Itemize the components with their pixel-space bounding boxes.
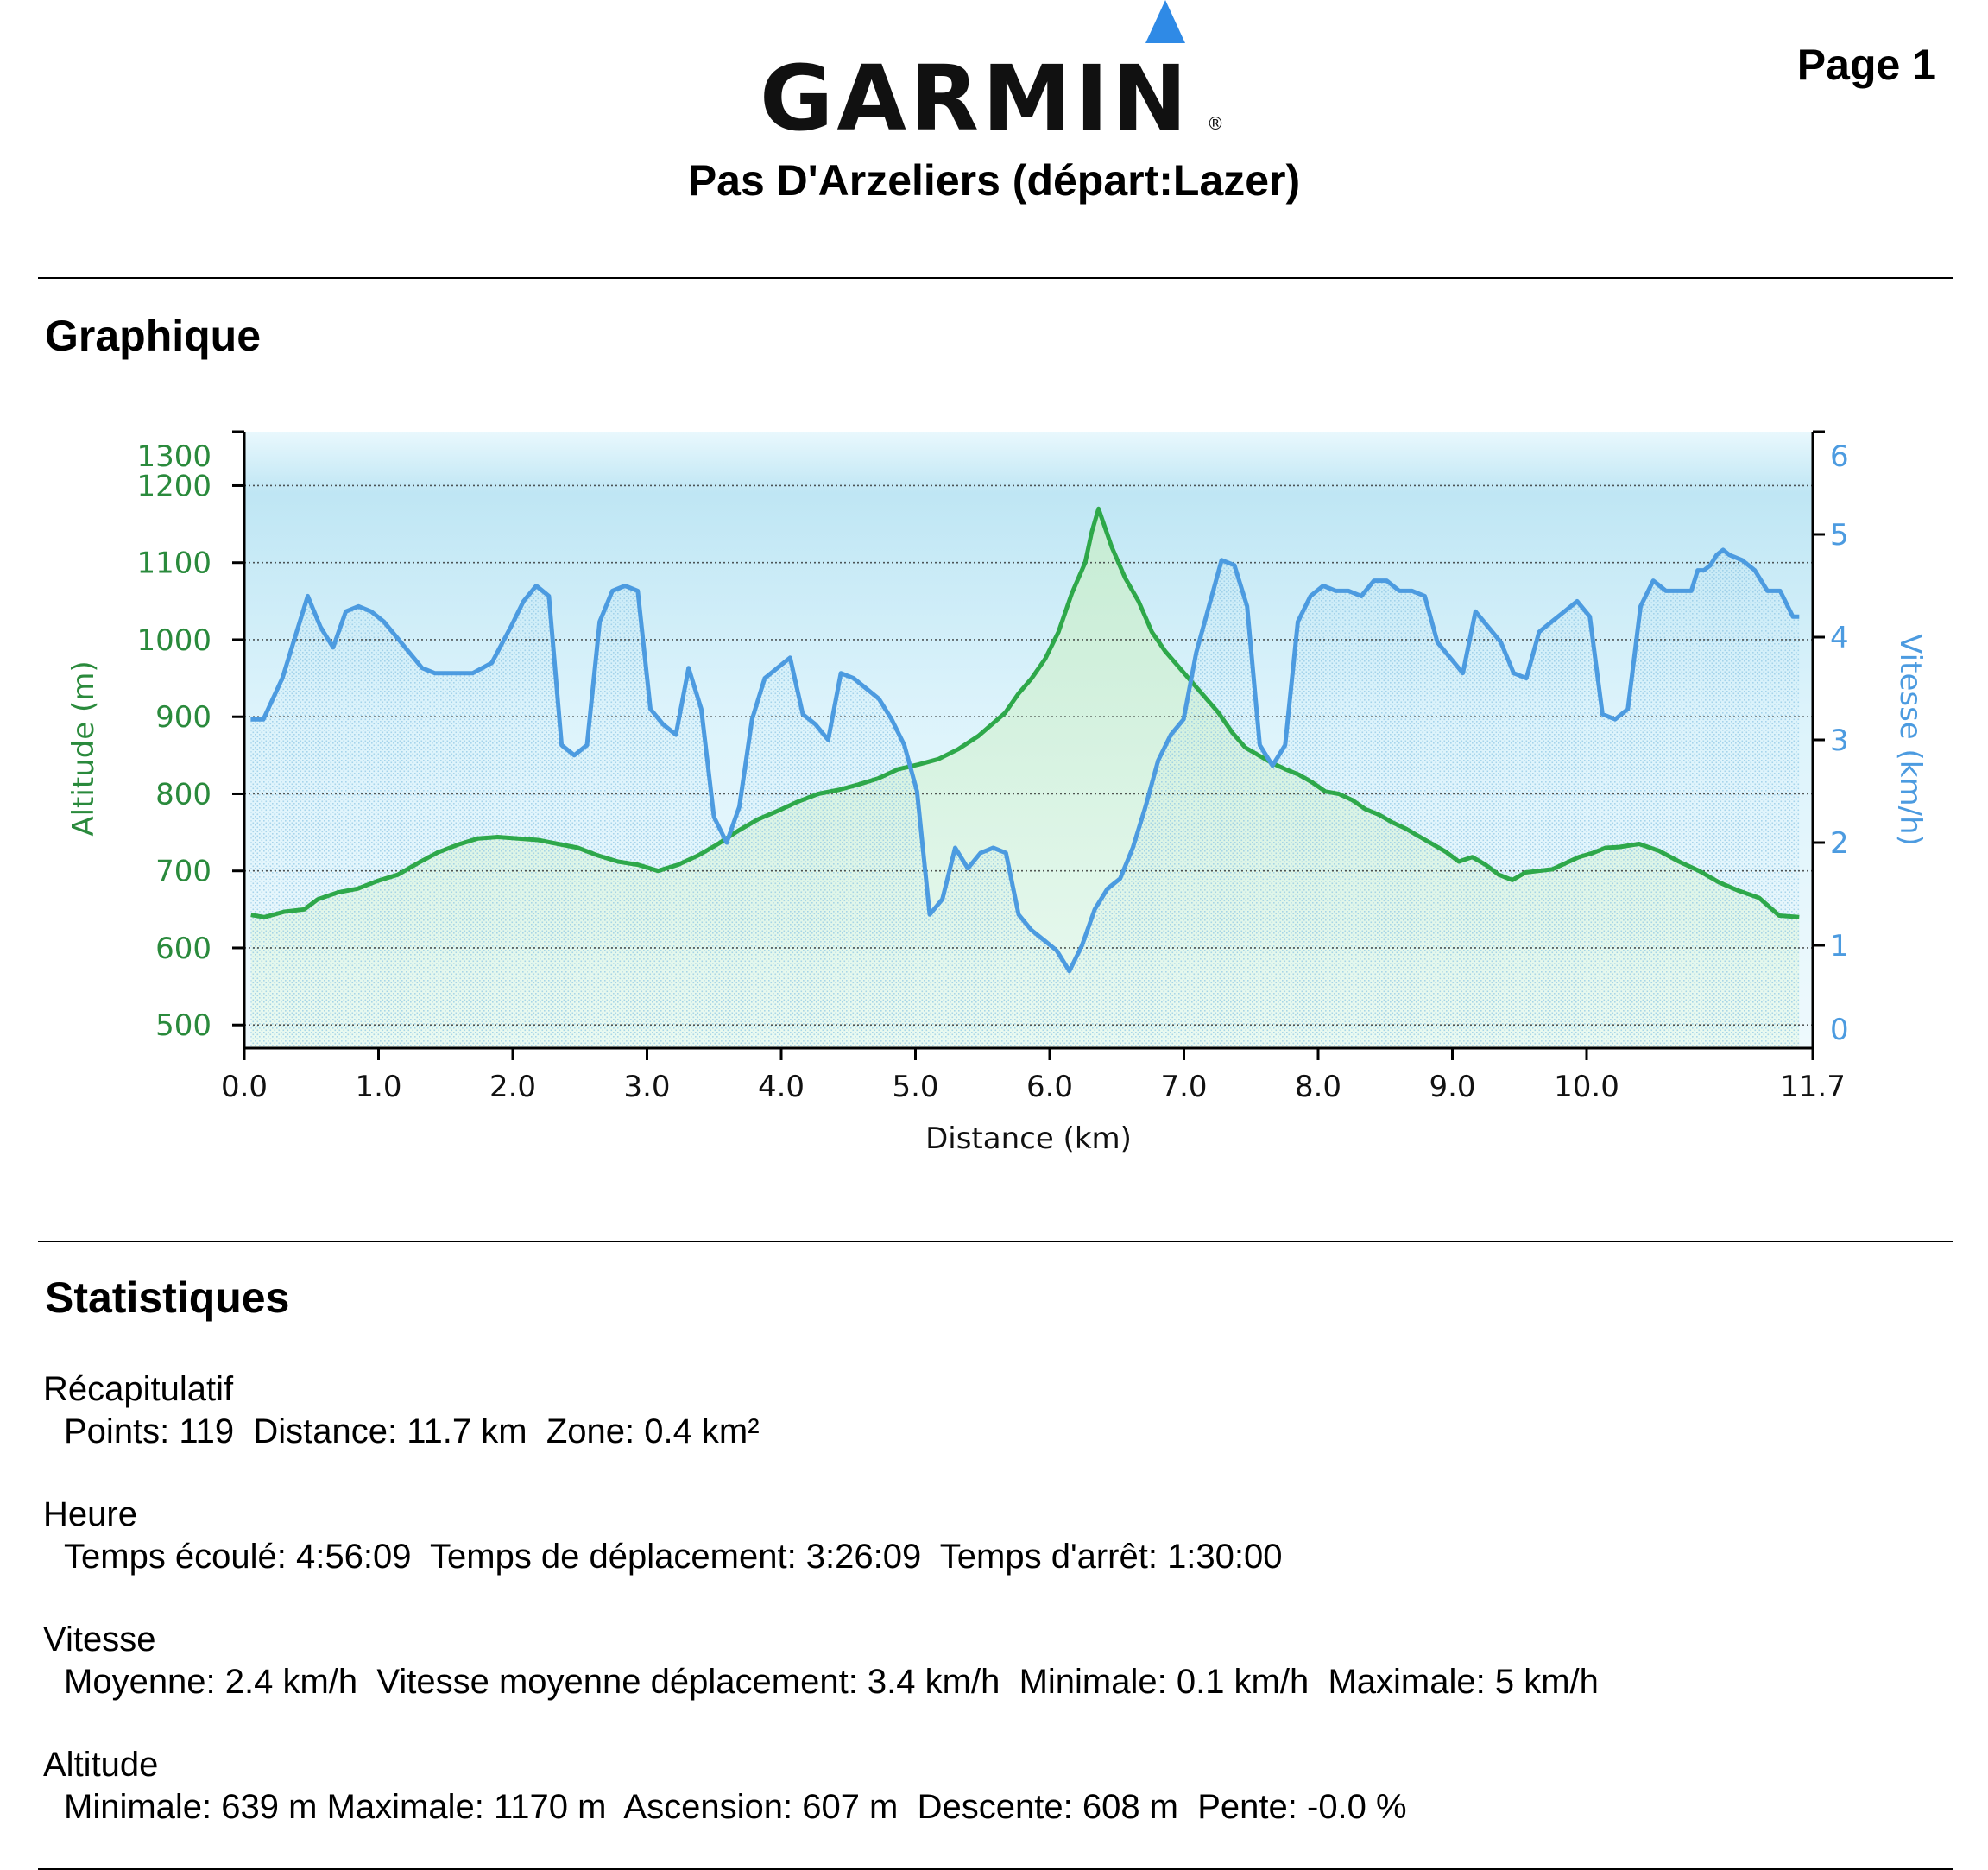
x-tick-label: 5.0 — [892, 1070, 938, 1104]
stat-item: Maximale: 1170 m — [326, 1788, 607, 1826]
left-tick-label: 900 — [155, 700, 211, 735]
x-tick-label: 2.0 — [489, 1070, 536, 1104]
right-tick-label: 6 — [1830, 439, 1849, 474]
x-tick-label: 9.0 — [1429, 1070, 1475, 1104]
left-tick-label: 600 — [155, 932, 211, 966]
stat-line: Points: 119 Distance: 11.7 km Zone: 0.4 … — [43, 1411, 1599, 1453]
x-tick-label: 11.7 — [1780, 1070, 1846, 1104]
divider-top — [38, 277, 1953, 279]
left-axis-title: Altitude (m) — [66, 660, 101, 836]
stat-item: Ascension: 607 m — [623, 1788, 899, 1826]
stat-group-time: Heure Temps écoulé: 4:56:09 Temps de dép… — [43, 1494, 1599, 1578]
garmin-wordmark: GARMIN — [760, 46, 1190, 147]
stat-line: Temps écoulé: 4:56:09 Temps de déplaceme… — [43, 1536, 1599, 1578]
stat-item: Descente: 608 m — [917, 1788, 1178, 1826]
right-tick-label: 0 — [1830, 1013, 1849, 1047]
left-tick-label: 500 — [155, 1008, 211, 1043]
stat-heading: Vitesse — [43, 1620, 156, 1658]
stat-item: Temps de déplacement: 3:26:09 — [430, 1538, 922, 1576]
x-tick-label: 7.0 — [1160, 1070, 1207, 1104]
right-tick-label: 2 — [1830, 826, 1849, 861]
x-tick-label: 6.0 — [1026, 1070, 1073, 1104]
left-tick-label: 1000 — [136, 623, 211, 658]
left-tick-label: 800 — [155, 777, 211, 812]
stat-line: Minimale: 639 m Maximale: 1170 m Ascensi… — [43, 1786, 1599, 1829]
stat-item: Temps écoulé: 4:56:09 — [64, 1538, 412, 1576]
right-tick-label: 5 — [1830, 518, 1849, 553]
right-tick-label: 3 — [1830, 723, 1849, 758]
stat-heading: Récapitulatif — [43, 1370, 234, 1408]
stats-block: Récapitulatif Points: 119 Distance: 11.7… — [43, 1368, 1599, 1869]
stat-group-speed: Vitesse Moyenne: 2.4 km/h Vitesse moyenn… — [43, 1619, 1599, 1703]
x-tick-label: 1.0 — [355, 1070, 401, 1104]
stat-item: Temps d'arrêt: 1:30:00 — [939, 1538, 1283, 1576]
garmin-logo: GARMIN ® — [760, 0, 1224, 147]
right-tick-label: 4 — [1830, 621, 1849, 655]
garmin-triangle-icon — [1145, 0, 1185, 43]
stats-section-title: Statistiques — [45, 1273, 290, 1322]
left-tick-label: 1200 — [136, 469, 211, 503]
registered-mark: ® — [1207, 113, 1224, 134]
left-tick-label: 1100 — [136, 546, 211, 581]
stat-heading: Heure — [43, 1495, 137, 1533]
stat-group-summary: Récapitulatif Points: 119 Distance: 11.7… — [43, 1368, 1599, 1453]
divider-middle — [38, 1241, 1953, 1242]
stat-group-altitude: Altitude Minimale: 639 m Maximale: 1170 … — [43, 1744, 1599, 1829]
x-tick-label: 8.0 — [1295, 1070, 1341, 1104]
stat-line: Moyenne: 2.4 km/h Vitesse moyenne déplac… — [43, 1661, 1599, 1703]
stat-item: Minimale: 639 m — [64, 1788, 318, 1826]
stat-item: Moyenne: 2.4 km/h — [64, 1663, 358, 1701]
right-tick-label: 1 — [1830, 929, 1849, 963]
x-tick-label: 4.0 — [758, 1070, 805, 1104]
left-tick-label: 700 — [155, 855, 211, 889]
page-title: Pas D'Arzeliers (départ:Lazer) — [687, 156, 1301, 205]
stat-item: Points: 119 — [64, 1412, 235, 1450]
stat-item: Vitesse moyenne déplacement: 3.4 km/h — [376, 1663, 1000, 1701]
page-number: Page 1 — [1796, 41, 1936, 89]
right-axis-title: Vitesse (km/h) — [1893, 634, 1928, 846]
stat-item: Pente: -0.0 % — [1197, 1788, 1407, 1826]
x-tick-label: 0.0 — [221, 1070, 268, 1104]
stat-item: Zone: 0.4 km² — [546, 1412, 760, 1450]
elevation-speed-chart: 130012001100100090080070060050065432100.… — [66, 430, 1928, 1156]
stat-item: Distance: 11.7 km — [253, 1412, 527, 1450]
x-tick-label: 10.0 — [1554, 1070, 1619, 1104]
chart-section-title: Graphique — [45, 312, 262, 360]
x-axis-title: Distance (km) — [925, 1121, 1132, 1156]
stat-item: Maximale: 5 km/h — [1328, 1663, 1599, 1701]
stat-item: Minimale: 0.1 km/h — [1019, 1663, 1310, 1701]
stat-heading: Altitude — [43, 1746, 159, 1784]
x-tick-label: 3.0 — [623, 1070, 670, 1104]
